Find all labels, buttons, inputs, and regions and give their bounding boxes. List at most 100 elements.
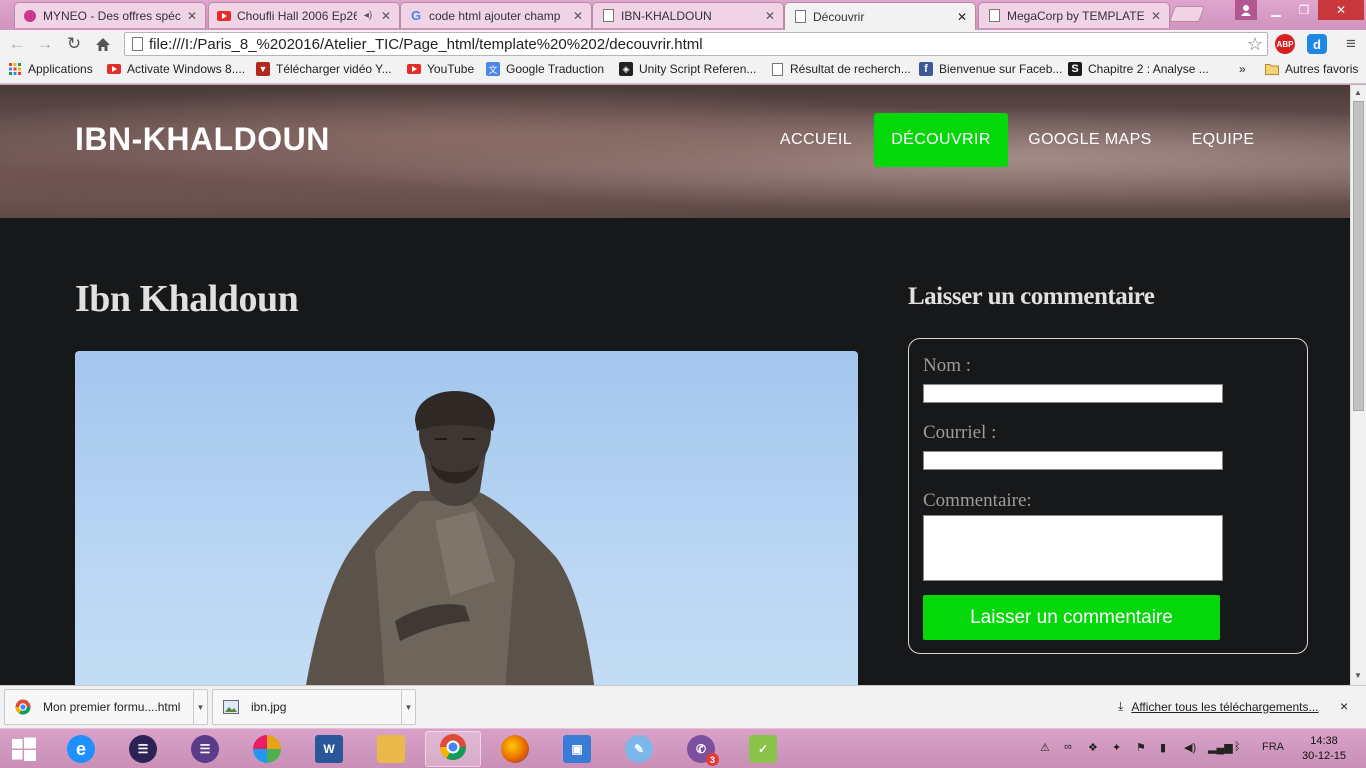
browser-toolbar: ← → ↻ file:///I:/Paris_8_%202016/Atelier… [0, 30, 1366, 57]
taskbar-file-explorer[interactable] [363, 731, 419, 767]
menu-icon[interactable]: ≡ [1340, 33, 1362, 55]
home-icon[interactable] [92, 33, 114, 55]
maximize-icon[interactable]: ❐ [1290, 0, 1318, 20]
download-shelf: Mon premier formu....html ▼ ibn.jpg ▼ ⤓ … [0, 685, 1366, 728]
bookmark-applications[interactable]: Applications [8, 62, 93, 76]
tray-link-icon[interactable]: ∞ [1064, 741, 1072, 753]
speaker-icon[interactable]: ◂) [361, 10, 375, 21]
tab-close-icon[interactable]: ✕ [955, 10, 969, 24]
tab-title: IBN-KHALDOUN [621, 8, 712, 23]
tab-close-icon[interactable]: ✕ [185, 9, 199, 23]
show-all-label: Afficher tous les téléchargements... [1131, 699, 1319, 714]
bookmark-star-icon[interactable]: ☆ [1247, 34, 1263, 55]
bookmark-chapitre-2[interactable]: S Chapitre 2 : Analyse ... [1068, 62, 1209, 76]
submit-comment-button[interactable]: Laisser un commentaire [923, 595, 1220, 640]
taskbar-word[interactable]: W [301, 731, 357, 767]
tray-security-icon[interactable]: ✦ [1112, 741, 1121, 754]
bookmark-telecharger-video[interactable]: ▼ Télécharger vidéo Y... [256, 62, 392, 76]
taskbar-notepad-plus[interactable]: ✓ [735, 731, 791, 767]
bookmark-label: Autres favoris [1285, 62, 1359, 76]
taskbar-eclipse-2[interactable]: ☰ [177, 731, 233, 767]
tray-dropbox-icon[interactable]: ❖ [1088, 741, 1098, 754]
scrollbar-thumb[interactable] [1353, 101, 1364, 411]
show-all-downloads-link[interactable]: ⤓ Afficher tous les téléchargements... [1118, 699, 1319, 714]
bookmark-activate-windows[interactable]: Activate Windows 8.... [107, 62, 245, 76]
bookmark-label: Chapitre 2 : Analyse ... [1088, 62, 1209, 76]
back-arrow-icon[interactable]: ← [6, 33, 28, 55]
bookmark-label: Applications [28, 62, 93, 76]
bookmark-label: Résultat de recherch... [790, 62, 911, 76]
bookmark-facebook[interactable]: f Bienvenue sur Faceb... [919, 62, 1062, 76]
site-logo[interactable]: IBN-KHALDOUN [75, 121, 330, 158]
scroll-down-icon[interactable]: ▼ [1354, 671, 1362, 680]
chrome-icon [15, 699, 31, 715]
notepad-plus-icon: ✓ [749, 735, 777, 763]
tray-volume-icon[interactable]: ◀) [1184, 741, 1196, 754]
taskbar-picasa[interactable] [239, 731, 295, 767]
bookmark-other-favorites[interactable]: Autres favoris [1265, 62, 1358, 76]
bookmarks-bar: Applications Activate Windows 8.... ▼ Té… [0, 57, 1366, 84]
folder-icon [377, 735, 405, 763]
facebook-icon: f [919, 62, 933, 76]
bookmark-google-traduction[interactable]: 文 Google Traduction [486, 62, 604, 76]
email-input[interactable] [923, 451, 1223, 470]
apps-grid-icon [8, 62, 22, 76]
tray-flag-icon[interactable]: ⚑ [1136, 741, 1146, 754]
reload-icon[interactable]: ↻ [63, 33, 85, 55]
tab-myneo[interactable]: MYNEO - Des offres spéci ✕ [14, 2, 206, 28]
tab-megacorp[interactable]: MegaCorp by TEMPLATED ✕ [978, 2, 1170, 28]
forward-arrow-icon[interactable]: → [34, 33, 56, 55]
download-item-jpg[interactable]: ibn.jpg ▼ [212, 689, 416, 725]
tab-ibn-khaldoun[interactable]: IBN-KHALDOUN ✕ [592, 2, 784, 28]
comment-textarea[interactable] [923, 515, 1223, 581]
download-menu-chevron-icon[interactable]: ▼ [401, 690, 415, 724]
taskbar-clock[interactable]: 14:38 30-12-15 [1302, 734, 1346, 764]
bookmark-youtube[interactable]: YouTube [407, 62, 474, 76]
nav-google-maps[interactable]: GOOGLE MAPS [1014, 113, 1166, 167]
close-download-shelf-icon[interactable]: × [1340, 698, 1348, 714]
tab-choufli-hall[interactable]: Choufli Hall 2006 Ep26 ◂) ✕ [208, 2, 400, 28]
nav-accueil[interactable]: ACCUEIL [762, 113, 870, 167]
bookmarks-overflow-button[interactable]: » [1239, 62, 1246, 76]
adblock-plus-icon[interactable]: ABP [1275, 34, 1295, 54]
start-button[interactable] [0, 731, 48, 767]
bookmark-unity-script[interactable]: ◈ Unity Script Referen... [619, 62, 756, 76]
nav-equipe[interactable]: EQUIPE [1172, 113, 1274, 167]
bookmark-label: Télécharger vidéo Y... [276, 62, 392, 76]
taskbar-chrome[interactable] [425, 731, 481, 767]
dashlane-icon[interactable]: d [1307, 34, 1327, 54]
tab-google-search[interactable]: G code html ajouter champ ✕ [400, 2, 592, 28]
address-bar[interactable]: file:///I:/Paris_8_%202016/Atelier_TIC/P… [124, 32, 1268, 56]
download-menu-chevron-icon[interactable]: ▼ [193, 690, 207, 724]
eclipse-icon: ☰ [191, 735, 219, 763]
tab-close-icon[interactable]: ✕ [763, 9, 777, 23]
tab-close-icon[interactable]: ✕ [379, 9, 393, 23]
tab-decouvrir[interactable]: Découvrir ✕ [784, 2, 976, 30]
scroll-up-icon[interactable]: ▲ [1354, 88, 1362, 97]
ibn-khaldoun-statue-photo [75, 351, 858, 685]
taskbar-firefox[interactable] [487, 731, 543, 767]
tray-bluetooth-icon[interactable]: ᛒ [1234, 741, 1241, 753]
minimize-icon[interactable]: ▁ [1262, 0, 1290, 20]
taskbar-eclipse[interactable]: ☰ [115, 731, 171, 767]
page-scrollbar[interactable]: ▲ ▼ [1350, 85, 1366, 685]
taskbar-paint[interactable]: ✎ [611, 731, 667, 767]
notification-badge: 3 [706, 753, 719, 766]
language-indicator[interactable]: FRA [1262, 741, 1284, 753]
taskbar-internet-explorer[interactable]: e [53, 731, 109, 767]
new-tab-button[interactable] [1169, 6, 1205, 22]
tab-close-icon[interactable]: ✕ [571, 9, 585, 23]
nav-decouvrir[interactable]: DÉCOUVRIR [874, 113, 1008, 167]
taskbar-photos[interactable]: ▣ [549, 731, 605, 767]
download-item-html[interactable]: Mon premier formu....html ▼ [4, 689, 208, 725]
name-input[interactable] [923, 384, 1223, 403]
tray-signal-icon[interactable]: ▂▄▆ [1208, 741, 1233, 754]
user-profile-icon[interactable] [1235, 0, 1257, 20]
tab-close-icon[interactable]: ✕ [1149, 9, 1163, 23]
tray-power-icon[interactable]: ▮ [1160, 741, 1166, 754]
tray-network-alert-icon[interactable]: ⚠ [1040, 741, 1050, 754]
unity-icon: ◈ [619, 62, 633, 76]
close-window-icon[interactable]: ✕ [1318, 0, 1364, 20]
bookmark-resultat-recherche[interactable]: Résultat de recherch... [770, 62, 911, 76]
taskbar-viber[interactable]: ✆ 3 [673, 731, 729, 767]
